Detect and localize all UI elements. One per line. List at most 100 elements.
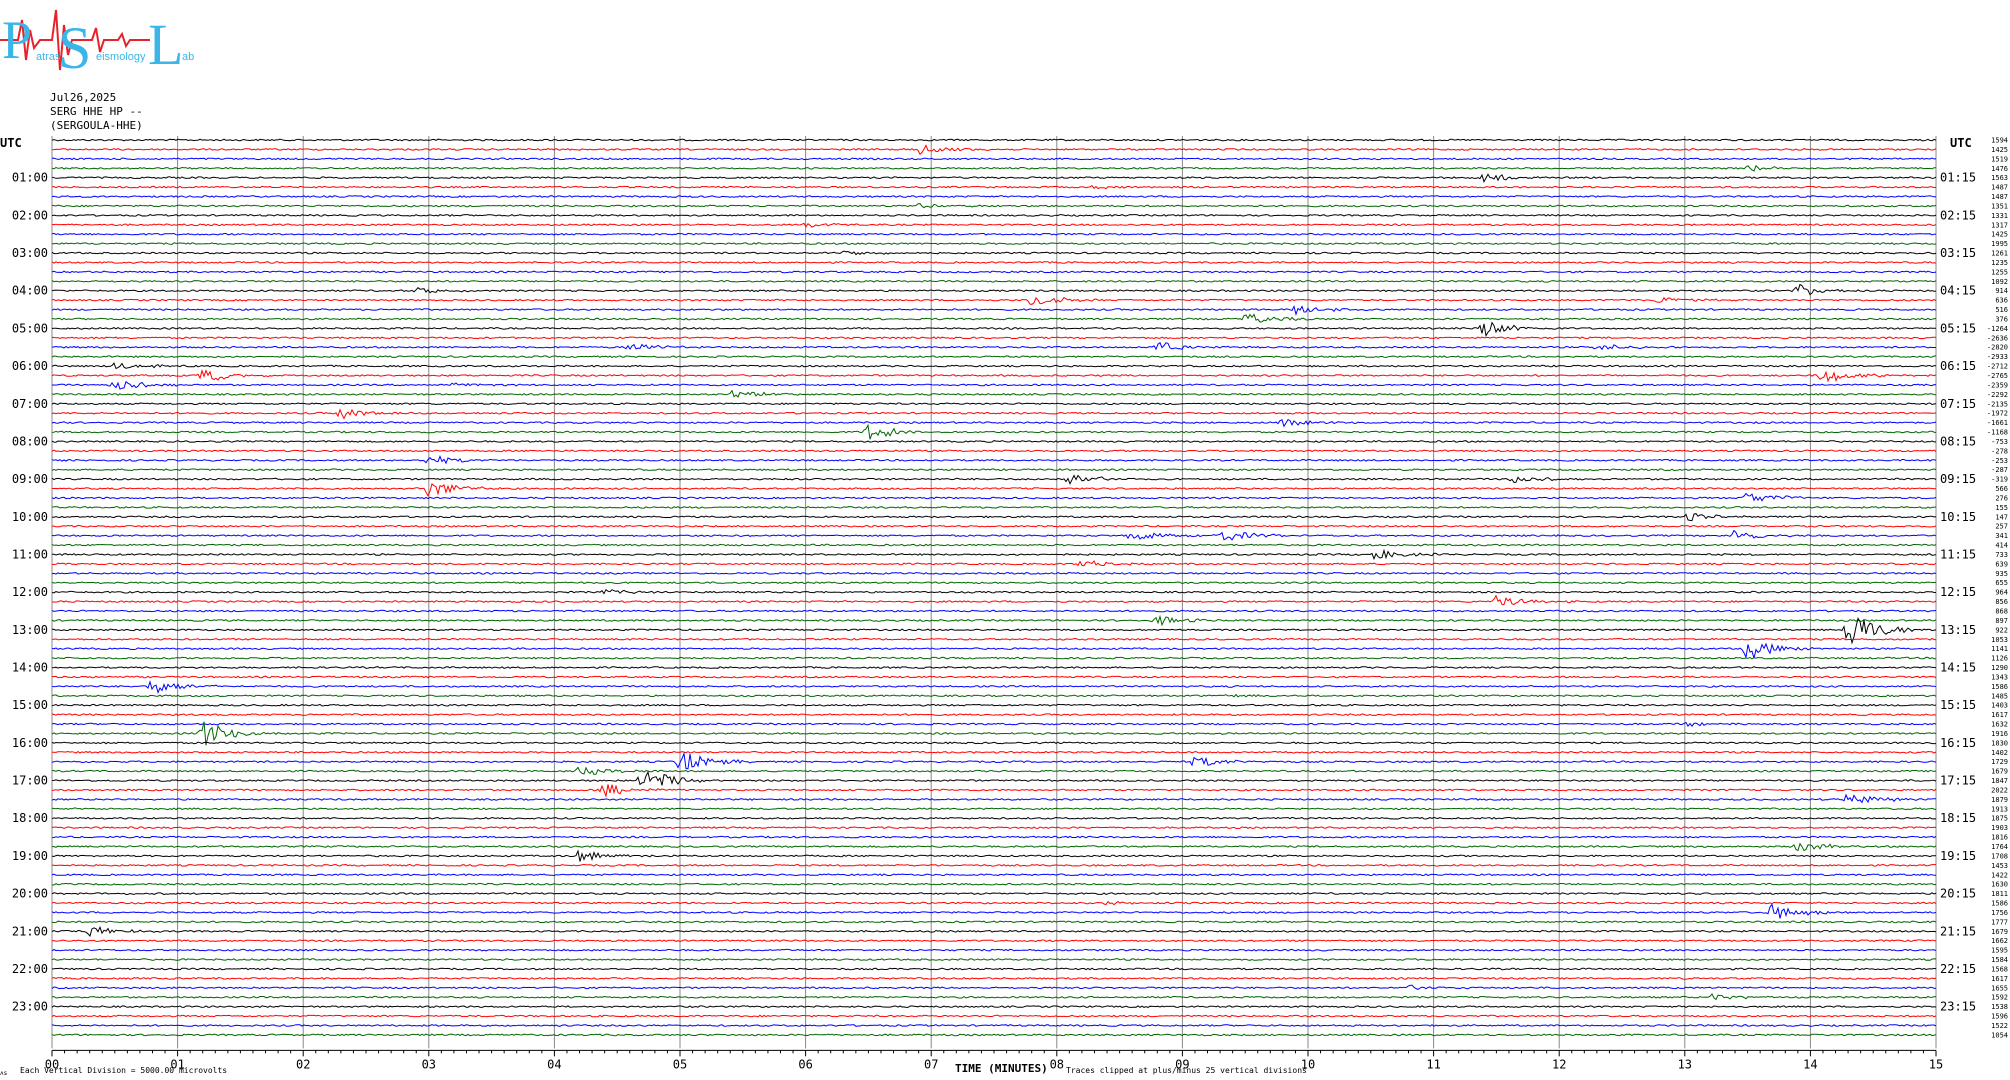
trace-row-83 xyxy=(51,920,1937,924)
trace-value-label: 1563 xyxy=(1991,174,2008,182)
trace-row-21 xyxy=(51,336,1937,340)
trace-value-label: 1092 xyxy=(1991,278,2008,286)
trace-value-label: 914 xyxy=(1995,287,2008,295)
x-tick-label: 02 xyxy=(296,1057,310,1071)
left-tick-label: 01:00 xyxy=(12,171,48,185)
trace-row-55 xyxy=(51,656,1936,660)
trace-row-13 xyxy=(51,261,1937,264)
trace-row-47 xyxy=(51,581,1937,585)
trace-row-15 xyxy=(51,279,1937,283)
trace-value-label: 147 xyxy=(1995,513,2008,521)
trace-value-label: 1485 xyxy=(1991,692,2008,700)
trace-row-56 xyxy=(51,666,1937,669)
trace-value-label: 1592 xyxy=(1991,994,2008,1002)
trace-value-label: 655 xyxy=(1995,579,2008,587)
trace-value-label: 868 xyxy=(1995,608,2008,616)
trace-row-62 xyxy=(51,721,1937,728)
trace-row-59 xyxy=(51,693,1937,698)
right-tick-label: 17:15 xyxy=(1940,774,1976,788)
trace-row-12 xyxy=(51,250,1937,256)
trace-row-64 xyxy=(51,741,1936,745)
footer-clipping-note: Traces clipped at plus/minus 25 vertical… xyxy=(1066,1066,1307,1075)
trace-row-40 xyxy=(51,513,1937,522)
trace-value-label: 1290 xyxy=(1991,664,2008,672)
x-tick-label: 03 xyxy=(422,1057,436,1071)
right-hour-labels: 01:15 02:15 03:15 04:15 05:15 06:15 07:15 08:15… xyxy=(1940,171,1976,1014)
left-tick-label: 06:00 xyxy=(12,359,48,373)
trace-row-61 xyxy=(51,713,1937,717)
x-tick-label: 07 xyxy=(924,1057,938,1071)
trace-row-23 xyxy=(51,355,1937,359)
trace-value-label: 1487 xyxy=(1991,193,2008,201)
trace-value-label: 2022 xyxy=(1991,786,2008,794)
trace-row-72 xyxy=(51,816,1937,820)
trace-row-76 xyxy=(51,849,1936,862)
trace-value-label: 1594 xyxy=(1991,137,2008,145)
right-tick-label: 18:15 xyxy=(1940,811,1976,825)
trace-value-label: 935 xyxy=(1995,570,2008,578)
right-tick-label: 08:15 xyxy=(1940,434,1976,448)
trace-row-53 xyxy=(51,637,1937,641)
trace-row-80 xyxy=(51,892,1937,896)
trace-row-31 xyxy=(51,423,1937,440)
left-tick-label: 03:00 xyxy=(12,246,48,260)
trace-value-label: 1596 xyxy=(1991,1013,2008,1021)
trace-row-58 xyxy=(51,680,1937,694)
x-tick-label: 04 xyxy=(547,1057,561,1071)
trace-value-label: 1331 xyxy=(1991,212,2008,220)
trace-row-94 xyxy=(51,1024,1937,1027)
helicorder-plot: 01:00 02:00 03:00 04:00 05:00 06:00 07:00 08:00… xyxy=(0,136,2008,1071)
right-tick-label: 10:15 xyxy=(1940,510,1976,524)
trace-value-label: 1053 xyxy=(1991,636,2008,644)
trace-value-label: 1351 xyxy=(1991,202,2008,210)
trace-value-label: -2135 xyxy=(1987,400,2008,408)
trace-value-label: 1879 xyxy=(1991,796,2008,804)
left-tick-label: 07:00 xyxy=(12,397,48,411)
trace-row-29 xyxy=(51,408,1937,420)
trace-value-label: 1830 xyxy=(1991,739,2008,747)
trace-row-49 xyxy=(52,594,1937,606)
trace-row-84 xyxy=(51,925,1937,938)
trace-row-8 xyxy=(51,213,1937,217)
trace-value-label: 341 xyxy=(1995,532,2008,540)
trace-row-2 xyxy=(51,157,1936,161)
trace-row-11 xyxy=(51,242,1937,246)
trace-value-label: 1586 xyxy=(1991,900,2008,908)
right-tick-label: 15:15 xyxy=(1940,698,1976,712)
trace-row-25 xyxy=(51,369,1937,383)
trace-row-74 xyxy=(51,835,1937,839)
trace-value-label: 1916 xyxy=(1991,730,2008,738)
trace-row-39 xyxy=(51,505,1937,509)
trace-row-95 xyxy=(51,1033,1937,1037)
x-tick-label: 08 xyxy=(1050,1057,1064,1071)
trace-row-82 xyxy=(51,903,1937,919)
trace-row-5 xyxy=(51,185,1936,190)
trace-row-57 xyxy=(51,675,1937,679)
trace-row-81 xyxy=(51,900,1937,906)
trace-value-label: 1632 xyxy=(1991,721,2008,729)
trace-row-88 xyxy=(51,967,1937,971)
trace-row-44 xyxy=(51,548,1937,561)
trace-row-22 xyxy=(52,341,1937,351)
trace-row-69 xyxy=(51,784,1937,798)
trace-row-1 xyxy=(51,144,1937,156)
trace-row-87 xyxy=(51,958,1937,961)
trace-row-78 xyxy=(51,873,1937,877)
trace-row-7 xyxy=(51,203,1937,209)
trace-value-label: -1972 xyxy=(1987,410,2008,418)
trace-row-17 xyxy=(51,296,1937,305)
trace-value-label: 155 xyxy=(1995,504,2008,512)
left-tick-label: 05:00 xyxy=(12,321,48,335)
trace-value-label: 1679 xyxy=(1991,768,2008,776)
trace-value-label: 257 xyxy=(1995,523,2008,531)
trace-value-label: 1519 xyxy=(1991,155,2008,163)
trace-row-92 xyxy=(51,1005,1937,1009)
trace-row-36 xyxy=(51,474,1937,486)
trace-value-label: 1586 xyxy=(1991,683,2008,691)
trace-value-label: -253 xyxy=(1991,457,2008,465)
trace-row-70 xyxy=(51,793,1937,804)
trace-value-label: 1708 xyxy=(1991,852,2008,860)
trace-value-label: 1617 xyxy=(1991,975,2008,983)
trace-value-label: -2636 xyxy=(1987,334,2008,342)
right-tick-label: 01:15 xyxy=(1940,171,1976,185)
